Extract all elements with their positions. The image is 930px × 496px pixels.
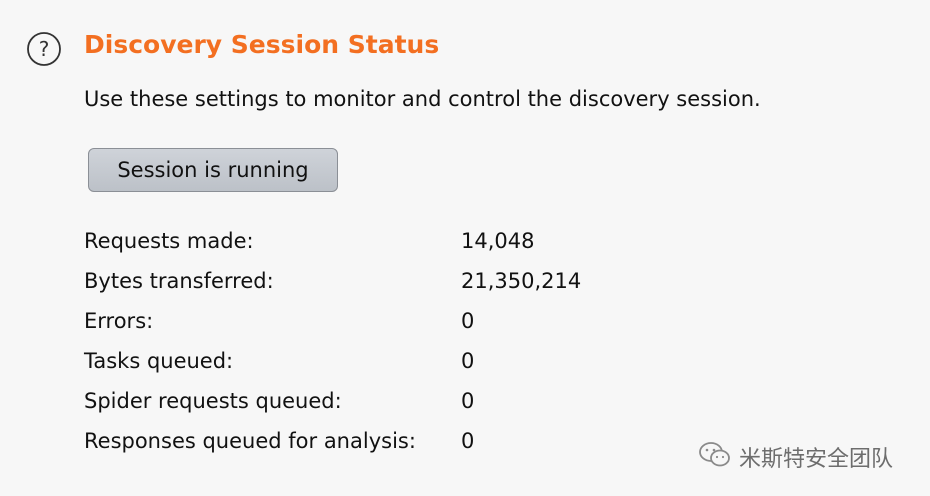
svg-text:?: ? bbox=[39, 37, 50, 61]
stat-label: Tasks queued: bbox=[84, 349, 234, 373]
stat-value: 14,048 bbox=[461, 229, 535, 253]
stat-value: 21,350,214 bbox=[461, 269, 582, 293]
stat-label: Spider requests queued: bbox=[84, 389, 342, 413]
stat-label: Responses queued for analysis: bbox=[84, 429, 416, 453]
watermark: 米斯特安全团队 bbox=[697, 440, 893, 474]
stat-value: 0 bbox=[461, 309, 475, 333]
stat-value: 0 bbox=[461, 429, 475, 453]
stat-value: 0 bbox=[461, 349, 475, 373]
stat-label: Requests made: bbox=[84, 229, 254, 253]
stat-label: Errors: bbox=[84, 309, 154, 333]
help-circle-icon[interactable]: ? bbox=[26, 31, 62, 67]
session-status-button[interactable]: Session is running bbox=[88, 148, 338, 192]
watermark-text: 米斯特安全团队 bbox=[739, 447, 894, 472]
section-description: Use these settings to monitor and contro… bbox=[84, 87, 761, 111]
stat-label: Bytes transferred: bbox=[84, 269, 274, 293]
stat-value: 0 bbox=[461, 389, 475, 413]
section-title: Discovery Session Status bbox=[84, 30, 440, 59]
wechat-icon bbox=[697, 440, 733, 474]
